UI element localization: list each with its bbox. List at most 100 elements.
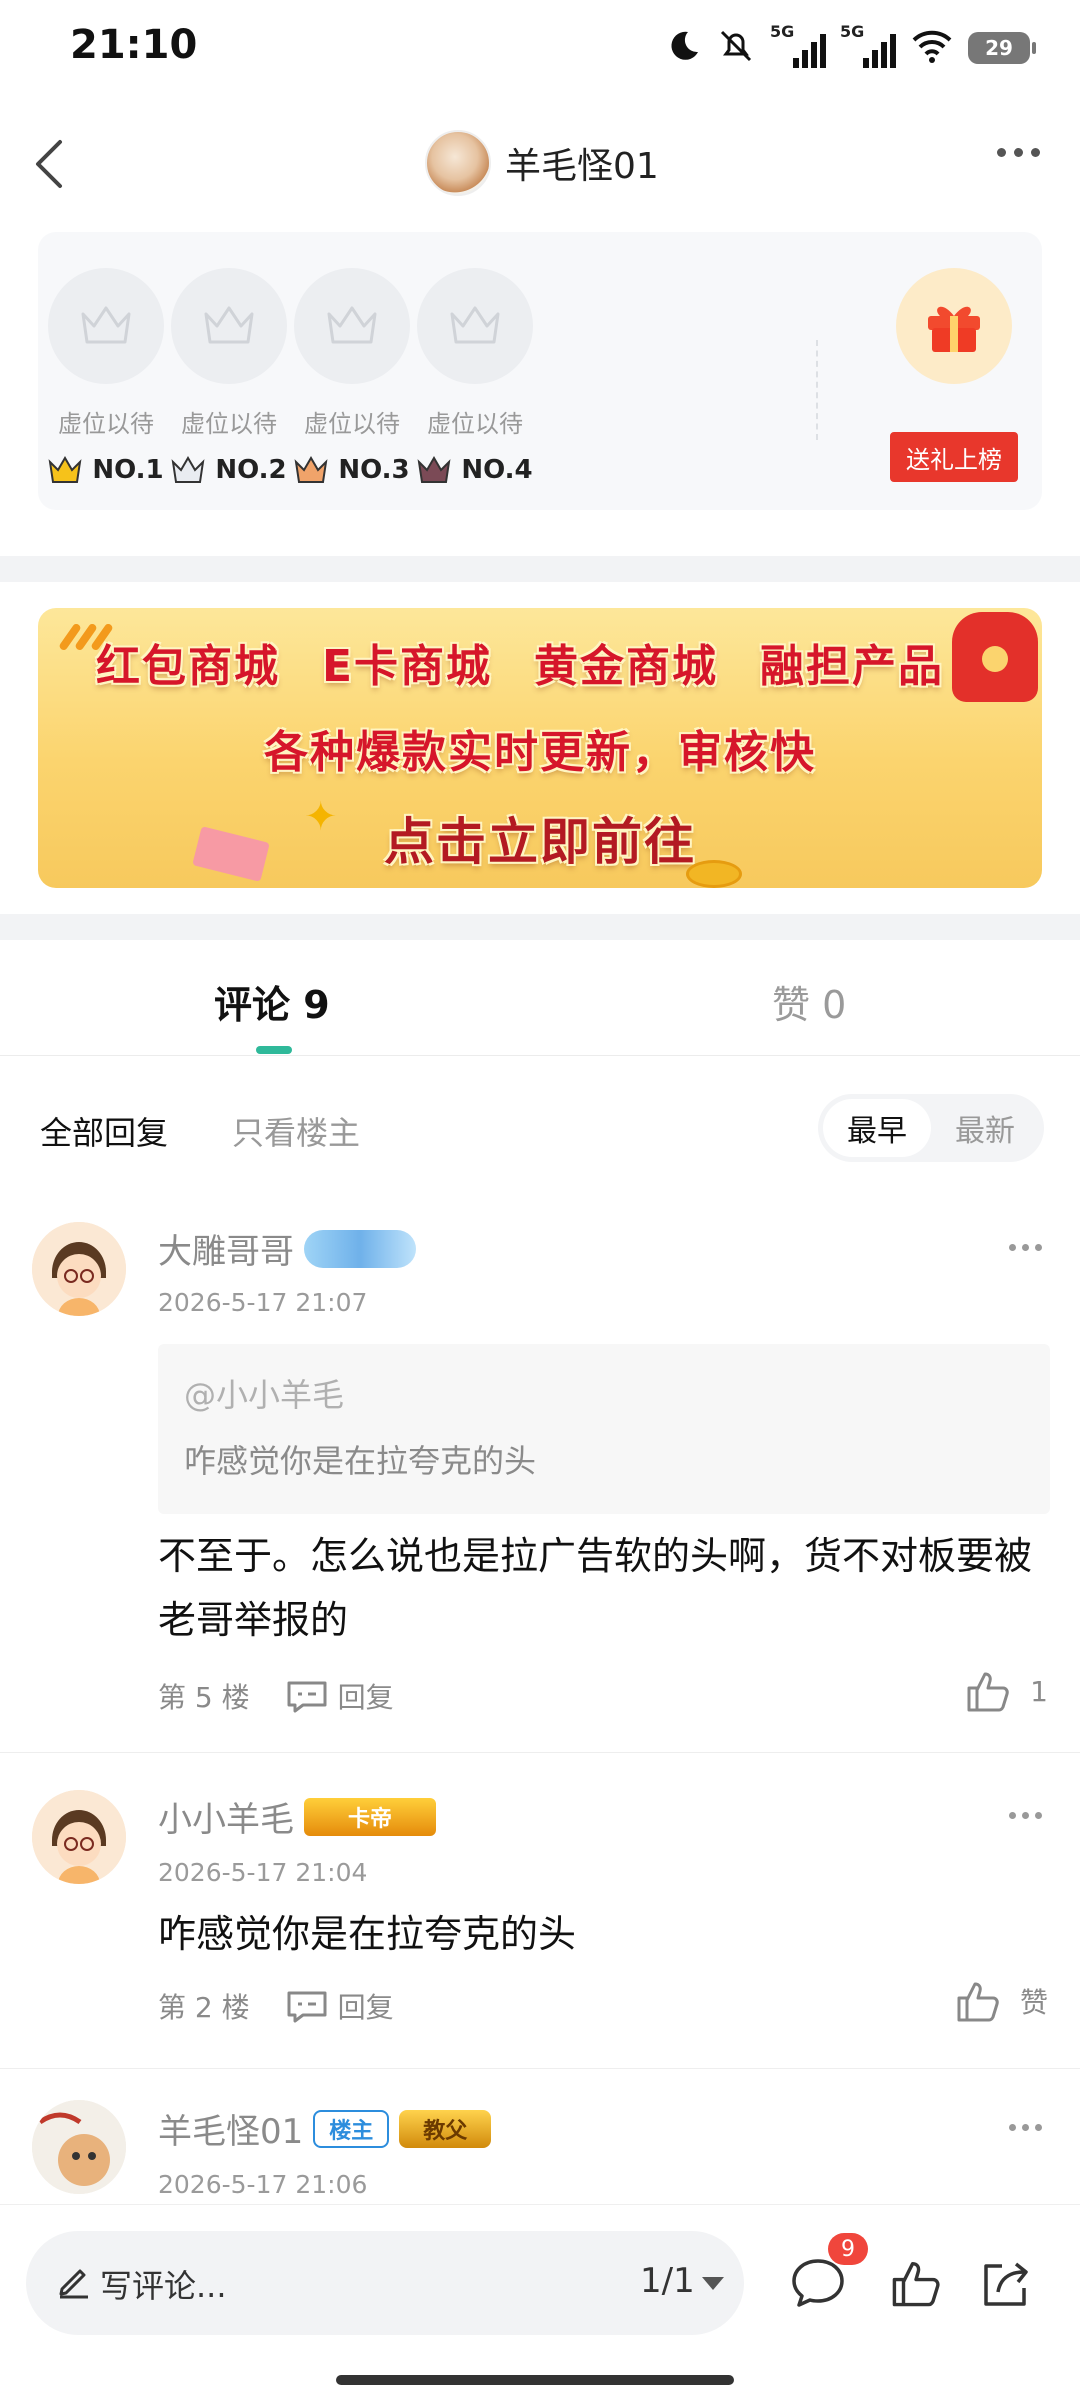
avatar[interactable] <box>425 130 491 196</box>
comment-item: 羊毛怪01 楼主 教父 2026-5-17 21:06 <box>0 2096 1080 2204</box>
write-comment-placeholder: 写评论... <box>100 2267 227 2305</box>
banner-cta: 点击立即前往 <box>384 813 696 871</box>
tab-indicator <box>256 1046 292 1054</box>
sort-earliest-button[interactable]: 最早 <box>823 1099 931 1157</box>
comment-time: 2026-5-17 21:04 <box>158 1858 368 1887</box>
reply-icon <box>287 1681 327 1713</box>
page-title: 羊毛怪01 <box>505 146 659 187</box>
write-comment-input[interactable]: 写评论... 1/1 <box>26 2231 744 2335</box>
mute-icon <box>716 26 756 70</box>
reply-filters: 全部回复 只看楼主 最早 最新 <box>0 1094 1080 1164</box>
sparkle-icon: ✦ <box>304 794 338 840</box>
comment-count-badge: 9 <box>828 2233 868 2265</box>
quoted-user: @小小羊毛 <box>184 1376 345 1414</box>
like-button[interactable]: 赞 <box>956 1980 1048 2022</box>
like-button[interactable]: 1 <box>966 1670 1048 1712</box>
comment-author: 大雕哥哥 <box>158 1224 416 1273</box>
quoted-reply[interactable]: @小小羊毛 咋感觉你是在拉夸克的头 <box>158 1344 1050 1514</box>
avatar[interactable] <box>32 2100 126 2194</box>
page-indicator[interactable]: 1/1 <box>640 2261 695 2301</box>
thumbs-up-icon <box>957 1982 999 2022</box>
wifi-icon <box>910 28 954 68</box>
home-indicator[interactable] <box>336 2375 734 2385</box>
rank-slot-3[interactable]: 虚位以待 NO.3 <box>292 268 412 485</box>
banner-item: 红包商城 <box>95 641 280 692</box>
comment-text: 咋感觉你是在拉夸克的头 <box>158 1912 577 1956</box>
floor-number: 第 5 楼 <box>158 1681 250 1714</box>
filter-all-replies[interactable]: 全部回复 <box>40 1108 168 1154</box>
comment-item: 大雕哥哥 2026-5-17 21:07 @小小羊毛 咋感觉你是在拉夸克的头 不… <box>0 1214 1080 1754</box>
reply-button[interactable]: 回复 <box>286 1676 394 1716</box>
divider <box>0 1752 1080 1753</box>
quoted-text: 咋感觉你是在拉夸克的头 <box>184 1442 537 1480</box>
status-bar: 21:10 5G 5G 29 <box>0 0 1080 100</box>
pen-icon <box>59 2269 88 2299</box>
avatar[interactable] <box>32 1222 126 1316</box>
banner-item: 融担产品 <box>760 641 945 692</box>
crown-bronze-icon <box>294 456 328 483</box>
comment-footer: 第 5 楼 回复 <box>158 1676 394 1716</box>
banner-item: 黄金商城 <box>534 641 719 692</box>
gift-ranking-card: 虚位以待 NO.1 虚位以待 NO.2 虚位以待 NO.3 虚位以待 NO.4 … <box>38 232 1042 510</box>
thumbs-up-icon <box>892 2261 940 2307</box>
caret-down-icon[interactable] <box>702 2277 724 2290</box>
rank-slot-4[interactable]: 虚位以待 NO.4 <box>415 268 535 485</box>
coin-icon <box>686 860 742 888</box>
send-gift-button[interactable]: 送礼上榜 <box>890 432 1018 482</box>
crown-placeholder-icon <box>204 306 254 344</box>
user-badge-icon <box>304 1229 416 1268</box>
sort-toggle: 最早 最新 <box>818 1094 1044 1162</box>
comment-time: 2026-5-17 21:07 <box>158 1288 368 1317</box>
tab-likes[interactable]: 赞 0 <box>772 974 846 1029</box>
signal-5g-1-icon: 5G <box>770 22 826 70</box>
comment-more-button[interactable] <box>1009 1812 1042 1819</box>
promo-banner[interactable]: 红包商城 E卡商城 黄金商城 融担产品 各种爆款实时更新，审核快 点击立即前往 … <box>38 608 1042 888</box>
back-button[interactable] <box>20 134 80 194</box>
comment-author: 小小羊毛 卡帝 <box>158 1792 436 1841</box>
banner-item: E卡商城 <box>321 641 493 692</box>
comment-footer: 第 2 楼 回复 <box>158 1986 394 2026</box>
like-label: 赞 <box>1019 1986 1048 2019</box>
comment-bubble-icon <box>792 2259 844 2307</box>
more-options-button[interactable] <box>997 148 1040 157</box>
like-post-button[interactable] <box>886 2253 946 2313</box>
sort-latest-button[interactable]: 最新 <box>931 1099 1039 1157</box>
crown-placeholder-icon <box>81 306 131 344</box>
share-icon <box>984 2262 1028 2306</box>
rank-slot-2[interactable]: 虚位以待 NO.2 <box>169 268 289 485</box>
banner-slogan: 各种爆款实时更新，审核快 <box>264 727 816 778</box>
reply-icon <box>287 1991 327 2023</box>
top-nav: 羊毛怪01 <box>0 120 1080 220</box>
avatar[interactable] <box>32 1790 126 1884</box>
floor-number: 第 2 楼 <box>158 1991 250 2024</box>
status-time: 21:10 <box>70 22 198 68</box>
divider <box>816 340 818 440</box>
comment-more-button[interactable] <box>1009 1244 1042 1251</box>
section-divider <box>0 914 1080 940</box>
gift-icon[interactable] <box>896 268 1012 384</box>
tab-comments[interactable]: 评论 9 <box>214 974 330 1029</box>
crown-dark-icon <box>417 456 451 483</box>
crown-placeholder-icon <box>327 306 377 344</box>
godfather-badge-icon: 教父 <box>399 2109 492 2148</box>
section-divider <box>0 556 1080 582</box>
bottom-action-bar: 写评论... 1/1 9 <box>0 2204 1080 2400</box>
red-envelope-icon <box>952 612 1038 702</box>
op-badge: 楼主 <box>313 2109 390 2148</box>
status-icons: 5G 5G 29 <box>666 22 1036 72</box>
divider <box>0 2068 1080 2069</box>
card-emperor-badge-icon: 卡帝 <box>304 1797 436 1836</box>
share-button[interactable] <box>976 2253 1036 2313</box>
comment-more-button[interactable] <box>1009 2124 1042 2131</box>
crown-gold-icon <box>48 456 82 483</box>
rank-slot-1[interactable]: 虚位以待 NO.1 <box>46 268 166 485</box>
crown-placeholder-icon <box>450 306 500 344</box>
chevron-left-icon <box>36 140 62 188</box>
filter-op-only[interactable]: 只看楼主 <box>232 1108 360 1154</box>
user-header[interactable]: 羊毛怪01 <box>425 130 659 196</box>
tab-bar: 评论 9 赞 0 <box>0 940 1080 1056</box>
crown-silver-icon <box>171 456 205 483</box>
signal-5g-2-icon: 5G <box>840 22 896 70</box>
reply-button[interactable]: 回复 <box>286 1986 394 2026</box>
moon-icon <box>666 28 702 68</box>
